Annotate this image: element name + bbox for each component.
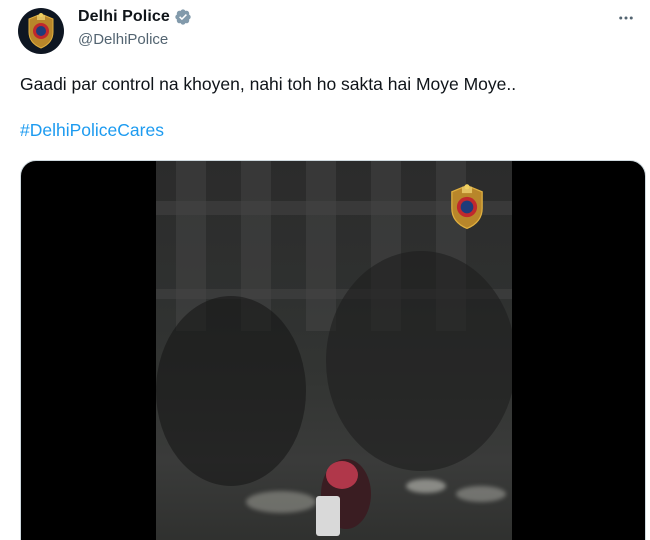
avatar[interactable] <box>18 8 64 54</box>
video-player[interactable] <box>20 160 646 540</box>
more-options-icon <box>619 16 633 20</box>
motorcycle <box>316 496 340 536</box>
tweet-header: Delhi Police @DelhiPolice <box>78 7 590 48</box>
background-structure <box>306 161 336 331</box>
delhi-police-emblem-icon <box>28 13 54 49</box>
rider-silhouette <box>156 296 306 486</box>
road-light <box>456 486 506 502</box>
account-handle[interactable]: @DelhiPolice <box>78 31 590 48</box>
helmet <box>326 461 358 489</box>
hashtag-link[interactable]: #DelhiPoliceCares <box>20 120 164 141</box>
tweet-text: Gaadi par control na khoyen, nahi toh ho… <box>20 74 517 94</box>
more-options-button[interactable] <box>616 8 636 28</box>
name-row: Delhi Police <box>78 7 590 27</box>
account-name[interactable]: Delhi Police <box>78 8 170 26</box>
video-frame[interactable] <box>156 161 512 540</box>
rider-silhouette <box>326 251 512 471</box>
tweet: Delhi Police @DelhiPolice Gaadi par cont… <box>0 0 650 540</box>
road-light <box>246 491 316 513</box>
verified-badge-icon <box>175 9 191 25</box>
delhi-police-emblem-icon <box>451 184 483 230</box>
road-light <box>406 479 446 493</box>
